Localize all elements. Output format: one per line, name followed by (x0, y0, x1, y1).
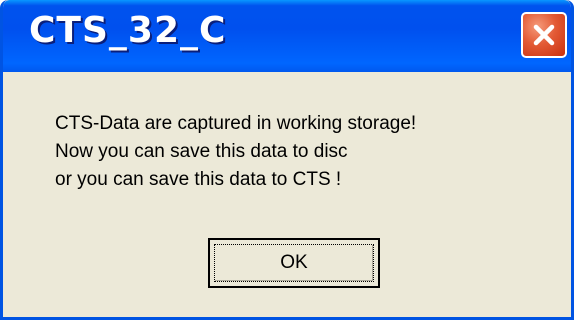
message-line: or you can save this data to CTS ! (55, 169, 342, 190)
title-bar[interactable]: CTS_32_C (3, 0, 571, 72)
message-line: CTS-Data are captured in working storage… (55, 113, 417, 134)
ok-button-label: OK (280, 252, 308, 273)
dialog-message: CTS-Data are captured in working storage… (55, 110, 416, 194)
ok-button[interactable]: OK (208, 238, 380, 288)
window-title: CTS_32_C (29, 10, 227, 51)
close-button[interactable] (521, 12, 567, 58)
message-line: Now you can save this data to disc (55, 141, 348, 162)
close-icon (533, 24, 555, 46)
dialog-window: CTS_32_C CTS-Data are captured in workin… (0, 0, 574, 320)
